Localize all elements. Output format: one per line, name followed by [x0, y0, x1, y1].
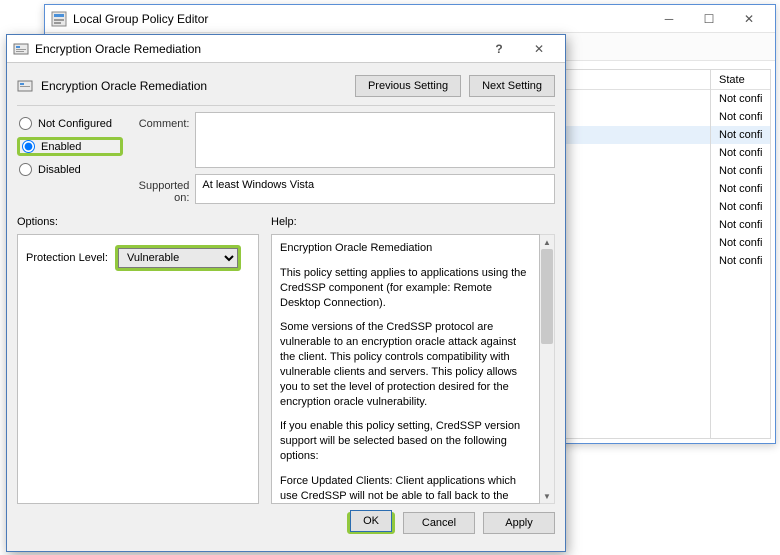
gpedit-icon: [51, 11, 67, 27]
radio-not-configured-input[interactable]: [19, 117, 32, 130]
ok-button[interactable]: OK: [350, 510, 392, 532]
heading-icon: [17, 78, 33, 94]
protection-level-select[interactable]: Vulnerable: [118, 248, 238, 268]
help-label: Help:: [271, 216, 555, 228]
options-label: Options:: [17, 216, 259, 228]
scroll-thumb[interactable]: [541, 249, 553, 344]
dialog-footer: OK Cancel Apply: [7, 504, 565, 544]
state-cell: Not confi: [711, 108, 770, 126]
dialog-title: Encryption Oracle Remediation: [35, 42, 479, 56]
state-cell: Not confi: [711, 198, 770, 216]
state-cell: Not confi: [711, 252, 770, 270]
radio-enabled[interactable]: Enabled: [20, 140, 120, 153]
next-setting-button[interactable]: Next Setting: [469, 75, 555, 97]
state-column: State Not confiNot confiNot confiNot con…: [711, 69, 771, 439]
supported-value: At least Windows Vista: [195, 174, 555, 204]
radio-disabled[interactable]: Disabled: [17, 162, 123, 177]
state-cell: Not confi: [711, 144, 770, 162]
cancel-button[interactable]: Cancel: [403, 512, 475, 534]
policy-heading: Encryption Oracle Remediation: [41, 79, 347, 93]
maximize-button[interactable]: ☐: [689, 5, 729, 33]
help-p3: If you enable this policy setting, CredS…: [280, 419, 531, 464]
radio-disabled-input[interactable]: [19, 163, 32, 176]
minimize-button[interactable]: ─: [649, 5, 689, 33]
dialog-help-button[interactable]: ?: [479, 35, 519, 63]
gpedit-title: Local Group Policy Editor: [73, 12, 649, 26]
radio-enabled-label: Enabled: [41, 141, 81, 153]
state-cell: Not confi: [711, 90, 770, 108]
radio-not-configured-label: Not Configured: [38, 118, 112, 130]
help-p1: This policy setting applies to applicati…: [280, 266, 531, 311]
separator: [17, 105, 555, 106]
state-radios: Not Configured Enabled Disabled: [17, 112, 123, 204]
help-title: Encryption Oracle Remediation: [280, 241, 531, 256]
radio-disabled-label: Disabled: [38, 164, 81, 176]
state-header[interactable]: State: [711, 70, 770, 90]
supported-label: Supported on:: [129, 174, 189, 204]
comment-input[interactable]: [195, 112, 555, 168]
policy-icon: [13, 41, 29, 57]
policy-dialog: Encryption Oracle Remediation ? ✕ Encryp…: [6, 34, 566, 552]
close-button[interactable]: ✕: [729, 5, 769, 33]
previous-setting-button[interactable]: Previous Setting: [355, 75, 461, 97]
comment-label: Comment:: [129, 112, 189, 168]
state-cell: Not confi: [711, 216, 770, 234]
help-text: Encryption Oracle Remediation This polic…: [271, 234, 540, 504]
protection-level-label: Protection Level:: [26, 252, 108, 264]
help-p4: Force Updated Clients: Client applicatio…: [280, 474, 531, 504]
apply-button[interactable]: Apply: [483, 512, 555, 534]
radio-enabled-input[interactable]: [22, 140, 35, 153]
gpedit-titlebar: Local Group Policy Editor ─ ☐ ✕: [45, 5, 775, 33]
radio-not-configured[interactable]: Not Configured: [17, 116, 123, 131]
help-scrollbar[interactable]: ▲ ▼: [540, 234, 555, 504]
gpedit-window-buttons: ─ ☐ ✕: [649, 5, 769, 33]
options-pane: Protection Level: Vulnerable: [17, 234, 259, 504]
dialog-titlebar: Encryption Oracle Remediation ? ✕: [7, 35, 565, 63]
scroll-down-icon[interactable]: ▼: [540, 489, 554, 503]
state-cell: Not confi: [711, 180, 770, 198]
state-cell: Not confi: [711, 234, 770, 252]
dialog-close-button[interactable]: ✕: [519, 35, 559, 63]
state-cell: Not confi: [711, 126, 770, 144]
scroll-up-icon[interactable]: ▲: [540, 235, 554, 249]
state-cell: Not confi: [711, 162, 770, 180]
help-p2: Some versions of the CredSSP protocol ar…: [280, 320, 531, 409]
